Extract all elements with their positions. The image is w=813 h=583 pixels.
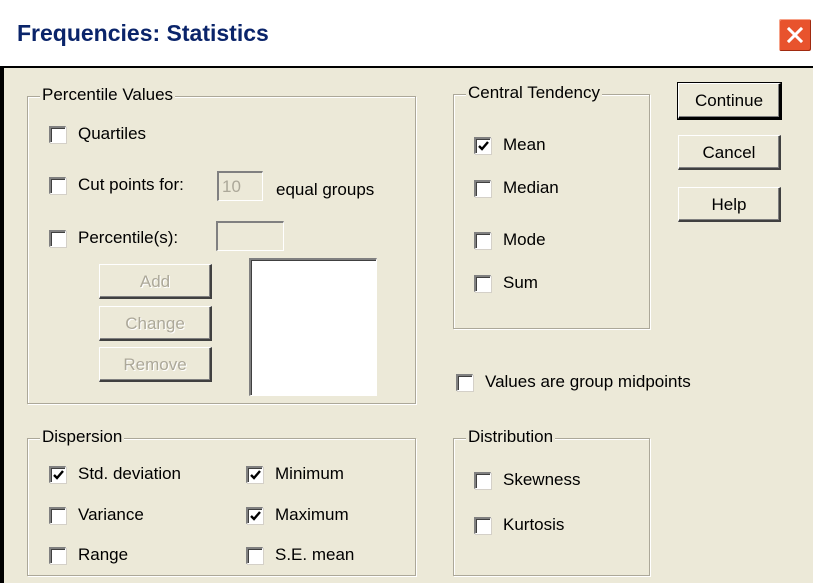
help-button[interactable]: Help <box>678 187 781 222</box>
mean-checkbox[interactable]: Mean <box>474 135 546 155</box>
std-deviation-checkbox-box[interactable] <box>49 465 66 483</box>
close-button[interactable] <box>778 18 812 52</box>
add-button[interactable]: Add <box>99 264 212 299</box>
std-deviation-label: Std. deviation <box>78 464 182 483</box>
checkmark-icon <box>250 510 261 521</box>
std-deviation-checkbox[interactable]: Std. deviation <box>49 464 181 484</box>
central-tendency-legend: Central Tendency <box>466 83 602 103</box>
percentiles-checkbox-box[interactable] <box>49 229 66 247</box>
se-mean-checkbox-box[interactable] <box>246 546 263 564</box>
distribution-legend: Distribution <box>466 427 556 447</box>
maximum-label: Maximum <box>275 505 349 524</box>
change-button[interactable]: Change <box>99 306 212 341</box>
checkmark-icon <box>250 469 261 480</box>
variance-label: Variance <box>78 505 144 524</box>
percentiles-checkbox[interactable]: Percentile(s): <box>49 228 178 248</box>
sum-checkbox[interactable]: Sum <box>474 273 538 293</box>
sum-checkbox-box[interactable] <box>474 274 491 292</box>
maximum-checkbox-box[interactable] <box>246 506 263 524</box>
minimum-checkbox-box[interactable] <box>246 465 263 483</box>
kurtosis-checkbox-box[interactable] <box>474 516 491 534</box>
equal-groups-label: equal groups <box>276 180 375 199</box>
cut-points-input[interactable]: 10 <box>217 171 263 201</box>
frequencies-statistics-dialog: Frequencies: Statistics Percentile Value… <box>0 0 813 583</box>
variance-checkbox-box[interactable] <box>49 506 66 524</box>
dispersion-legend: Dispersion <box>40 427 125 447</box>
percentiles-label: Percentile(s): <box>78 228 179 247</box>
percentiles-input[interactable] <box>216 221 284 251</box>
group-midpoints-label: Values are group midpoints <box>485 372 691 391</box>
remove-button[interactable]: Remove <box>99 347 212 382</box>
skewness-label: Skewness <box>503 470 581 489</box>
client-border-left <box>0 68 4 583</box>
cancel-button[interactable]: Cancel <box>678 135 781 170</box>
quartiles-checkbox[interactable]: Quartiles <box>49 124 146 144</box>
cut-points-checkbox[interactable]: Cut points for: <box>49 175 184 195</box>
skewness-checkbox-box[interactable] <box>474 471 491 489</box>
skewness-checkbox[interactable]: Skewness <box>474 470 580 490</box>
median-label: Median <box>503 178 559 197</box>
group-midpoints-checkbox-box[interactable] <box>456 373 473 391</box>
range-checkbox[interactable]: Range <box>49 545 128 565</box>
client-border-top <box>0 66 813 68</box>
se-mean-checkbox[interactable]: S.E. mean <box>246 545 354 565</box>
minimum-checkbox[interactable]: Minimum <box>246 464 344 484</box>
minimum-label: Minimum <box>275 464 344 483</box>
distribution-group: Distribution <box>453 427 650 576</box>
quartiles-label: Quartiles <box>78 124 147 143</box>
kurtosis-label: Kurtosis <box>503 515 565 534</box>
mode-checkbox[interactable]: Mode <box>474 230 546 250</box>
close-icon <box>786 26 804 44</box>
group-midpoints-checkbox[interactable]: Values are group midpoints <box>456 372 691 392</box>
central-tendency-group: Central Tendency <box>453 83 650 329</box>
cut-points-label: Cut points for: <box>78 175 184 194</box>
se-mean-label: S.E. mean <box>275 545 355 564</box>
range-label: Range <box>78 545 129 564</box>
checkmark-icon <box>53 469 64 480</box>
sum-label: Sum <box>503 273 538 292</box>
range-checkbox-box[interactable] <box>49 546 66 564</box>
checkmark-icon <box>478 140 489 151</box>
median-checkbox[interactable]: Median <box>474 178 559 198</box>
continue-button[interactable]: Continue <box>677 82 782 120</box>
maximum-checkbox[interactable]: Maximum <box>246 505 349 525</box>
kurtosis-checkbox[interactable]: Kurtosis <box>474 515 564 535</box>
mean-checkbox-box[interactable] <box>474 136 491 154</box>
window-title: Frequencies: Statistics <box>17 20 269 46</box>
mode-checkbox-box[interactable] <box>474 231 491 249</box>
title-bar[interactable]: Frequencies: Statistics <box>0 0 813 68</box>
median-checkbox-box[interactable] <box>474 179 491 197</box>
mode-label: Mode <box>503 230 546 249</box>
variance-checkbox[interactable]: Variance <box>49 505 144 525</box>
percentiles-listbox[interactable] <box>249 258 377 396</box>
mean-label: Mean <box>503 135 546 154</box>
percentile-values-legend: Percentile Values <box>40 85 176 105</box>
cut-points-checkbox-box[interactable] <box>49 176 66 194</box>
quartiles-checkbox-box[interactable] <box>49 125 66 143</box>
